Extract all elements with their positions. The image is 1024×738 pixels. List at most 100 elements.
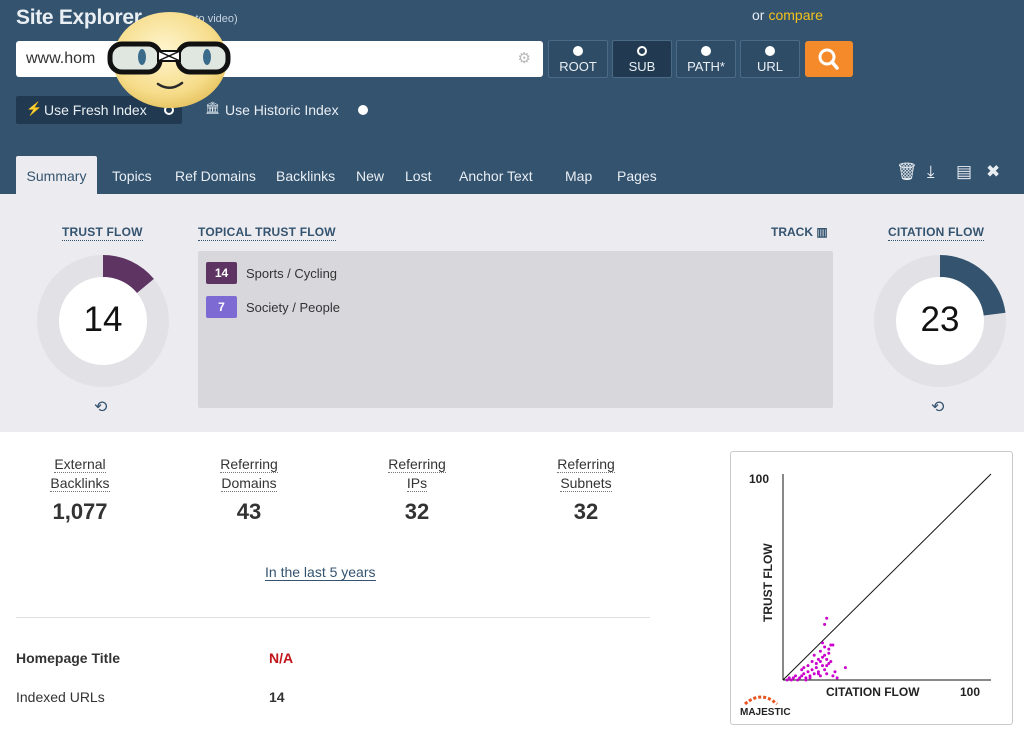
nerd-mascot-icon: [107, 12, 231, 108]
stat-value: 32: [404, 499, 430, 524]
majestic-logo-text: MAJESTIC: [740, 707, 791, 718]
data-point: [843, 666, 847, 670]
stat-label: Referring Domains: [184, 455, 314, 493]
bars-icon: ▥: [816, 225, 828, 239]
trust-flow-gauge: 14: [37, 255, 169, 387]
lightning-icon: ⚡: [26, 101, 43, 116]
data-point: [823, 645, 827, 649]
tools-icon[interactable]: ✖: [986, 162, 1000, 182]
stat-referring-subnets[interactable]: Referring Subnets 32: [521, 455, 651, 525]
stat-label-line2: Subnets: [560, 475, 612, 492]
compare-link[interactable]: compare: [768, 7, 822, 23]
data-point: [827, 651, 831, 655]
search-button[interactable]: [805, 41, 853, 77]
stat-referring-ips[interactable]: Referring IPs 32: [352, 455, 482, 525]
data-point: [806, 664, 810, 668]
mode-root-label: ROOT: [559, 59, 597, 74]
data-point: [804, 678, 808, 682]
data-point: [812, 672, 816, 676]
tab-lost[interactable]: Lost: [405, 156, 431, 194]
indexed-urls-value: 14: [269, 689, 285, 705]
diagonal-line: [782, 473, 992, 681]
stat-referring-domains[interactable]: Referring Domains 43: [184, 455, 314, 525]
citation-flow-value: 23: [920, 300, 960, 339]
tab-backlinks[interactable]: Backlinks: [276, 156, 335, 194]
y-tick-label: 100: [749, 472, 769, 486]
stat-label-line2: Backlinks: [50, 475, 110, 492]
mode-root-button[interactable]: ROOT: [548, 40, 608, 78]
data-point: [829, 643, 833, 647]
data-point: [806, 670, 810, 674]
track-label: TRACK: [771, 225, 813, 239]
divider: [16, 617, 650, 618]
y-axis-label: TRUST FLOW: [761, 543, 775, 622]
data-point: [808, 676, 812, 680]
data-point: [818, 649, 822, 653]
stat-label-line1: Referring: [388, 456, 446, 473]
tab-topics[interactable]: Topics: [112, 156, 152, 194]
trust-flow-title: TRUST FLOW: [62, 225, 143, 241]
citation-flow-gauge: 23: [874, 255, 1006, 387]
data-point: [823, 622, 827, 626]
stat-value: 32: [573, 499, 599, 524]
history-icon[interactable]: ⟲: [94, 397, 107, 417]
data-point: [818, 660, 822, 663]
header: Site Explorer (how-to video) or compare w…: [0, 0, 1024, 194]
tab-new[interactable]: New: [356, 156, 384, 194]
data-point: [835, 676, 839, 680]
report-icon[interactable]: ▤: [956, 162, 972, 182]
radio-dot-icon: [573, 46, 583, 56]
gear-icon[interactable]: ⚙: [518, 49, 531, 67]
stat-label-line1: Referring: [220, 456, 278, 473]
x-tick-label: 100: [960, 685, 980, 699]
or-text: or: [752, 7, 765, 23]
topic-score-badge: 14: [206, 262, 237, 284]
mode-url-button[interactable]: URL: [740, 40, 800, 78]
data-point: [825, 672, 829, 676]
data-point: [831, 674, 835, 678]
stat-value: 1,077: [52, 499, 108, 524]
data-point: [800, 668, 804, 672]
last-5-years-link[interactable]: In the last 5 years: [265, 564, 376, 581]
data-point: [823, 653, 827, 657]
data-point: [827, 647, 831, 651]
search-icon: [818, 48, 839, 70]
radio-dot-icon: [765, 46, 775, 56]
data-point: [810, 660, 814, 663]
radio-dot-icon: [358, 105, 368, 115]
data-point: [802, 672, 806, 676]
data-point: [823, 668, 827, 672]
data-point: [794, 674, 797, 678]
mode-sub-button[interactable]: SUB: [612, 40, 672, 78]
data-point: [816, 672, 820, 676]
bucket-add-icon[interactable]: 🗑: [896, 162, 918, 182]
diagonal-line-group: [782, 473, 992, 681]
url-input-value: www.hom: [26, 50, 96, 67]
topical-trust-flow-panel: 14 Sports / Cycling 7 Society / People: [198, 251, 833, 408]
mode-sub-label: SUB: [628, 59, 656, 74]
radio-ring-icon: [637, 46, 647, 56]
url-input[interactable]: www.hom ⚙: [16, 41, 543, 77]
tab-ref-domains[interactable]: Ref Domains: [175, 156, 256, 194]
tab-pages[interactable]: Pages: [617, 156, 657, 194]
mode-path-label: PATH*: [687, 59, 725, 74]
homepage-title-value: N/A: [269, 650, 294, 666]
download-icon[interactable]: ⤓: [927, 162, 935, 182]
x-axis-label: CITATION FLOW: [826, 685, 920, 699]
tab-map[interactable]: Map: [565, 156, 592, 194]
mode-url-label: URL: [756, 59, 783, 74]
majestic-logo-icon: MAJESTIC: [740, 695, 791, 718]
tab-summary[interactable]: Summary: [16, 156, 97, 194]
data-point: [814, 666, 818, 670]
mode-path-button[interactable]: PATH*: [676, 40, 736, 78]
compare-wrap: or compare: [752, 7, 823, 23]
history-icon[interactable]: ⟲: [931, 397, 944, 417]
tab-anchor-text[interactable]: Anchor Text: [459, 156, 533, 194]
data-point: [810, 668, 814, 672]
data-point: [821, 641, 824, 645]
data-point: [812, 653, 816, 657]
stat-external-backlinks[interactable]: External Backlinks 1,077: [15, 455, 145, 525]
stat-label: Referring IPs: [352, 455, 482, 493]
scatter-plot: 100 100 CITATION FLOW TRUST FLOW MAJESTI…: [740, 472, 992, 718]
track-button[interactable]: TRACK ▥: [771, 225, 828, 239]
